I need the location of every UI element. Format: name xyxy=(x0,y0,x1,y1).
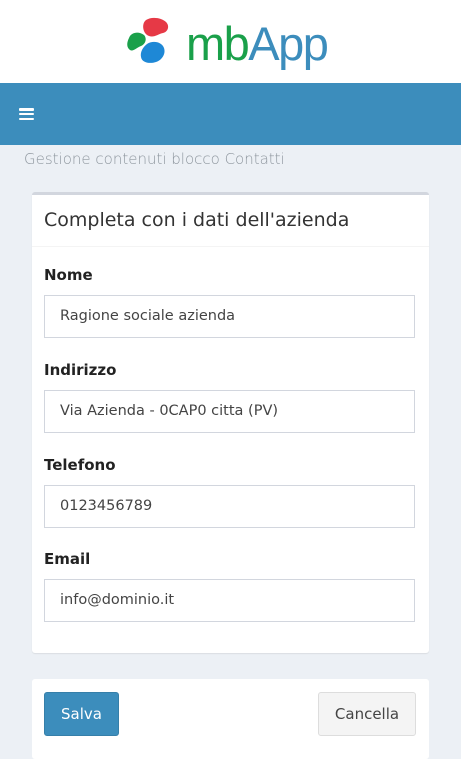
form-title: Completa con i dati dell'azienda xyxy=(44,209,350,231)
form-footer: Salva Cancella xyxy=(32,679,429,759)
address-input[interactable]: Via Azienda - 0CAP0 citta (PV) xyxy=(44,390,415,433)
name-input[interactable]: Ragione sociale azienda xyxy=(44,295,415,338)
hamburger-menu-icon xyxy=(18,108,34,120)
email-input[interactable]: info@dominio.it xyxy=(44,579,415,622)
app-logo-icon xyxy=(127,17,169,63)
save-button[interactable]: Salva xyxy=(44,692,119,736)
phone-label: Telefono xyxy=(44,456,116,474)
top-navbar xyxy=(0,83,461,145)
address-label: Indirizzo xyxy=(44,361,117,379)
cancel-button[interactable]: Cancella xyxy=(318,692,416,736)
logo-header: mbApp xyxy=(0,0,461,83)
page-subtitle: Gestione contenuti blocco Contatti xyxy=(24,150,285,168)
company-data-form: Completa con i dati dell'azienda Nome Ra… xyxy=(32,192,429,653)
email-label: Email xyxy=(44,550,91,568)
name-label: Nome xyxy=(44,266,93,284)
phone-input[interactable]: 0123456789 xyxy=(44,485,415,528)
form-header: Completa con i dati dell'azienda xyxy=(32,195,429,247)
menu-toggle-button[interactable] xyxy=(12,101,40,127)
app-logo-text: mbApp xyxy=(186,17,329,70)
